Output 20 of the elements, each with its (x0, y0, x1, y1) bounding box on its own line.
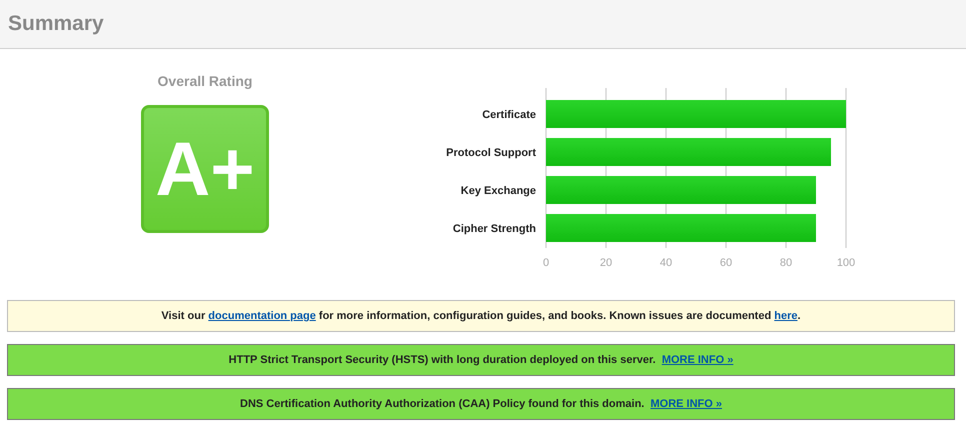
axis-tick-label: 100 (836, 257, 856, 269)
notice-link[interactable]: MORE INFO » (650, 398, 722, 410)
axis-tick-label: 40 (660, 257, 672, 269)
notice-text: HTTP Strict Transport Security (HSTS) with long duration deployed on this server. MORE INFO » (228, 354, 734, 366)
category-label: Cipher Strength (452, 223, 536, 235)
overall-rating-label: Overall Rating (158, 73, 252, 89)
category-label: Certificate (482, 109, 536, 121)
grade-badge: A+ (141, 105, 269, 233)
notice-link[interactable]: MORE INFO » (662, 354, 734, 366)
axis-tick-label: 60 (720, 257, 732, 269)
category-label: Key Exchange (460, 185, 536, 197)
notice-link[interactable]: documentation page (208, 310, 316, 322)
notice-link[interactable]: here (774, 310, 798, 322)
notice-text: Visit our documentation page for more information, configuration guides, and books. Known issues are documented here. (161, 310, 801, 322)
axis-tick-label: 0 (542, 257, 550, 269)
axis-tick-label: 20 (600, 257, 612, 269)
notice-text: DNS Certification Authority Authorization (CAA) Policy found for this domain. MORE INFO » (240, 398, 722, 410)
category-label: Protocol Support (446, 147, 536, 159)
axis-tick-label: 80 (780, 257, 792, 269)
page-title: Summary (8, 12, 104, 36)
